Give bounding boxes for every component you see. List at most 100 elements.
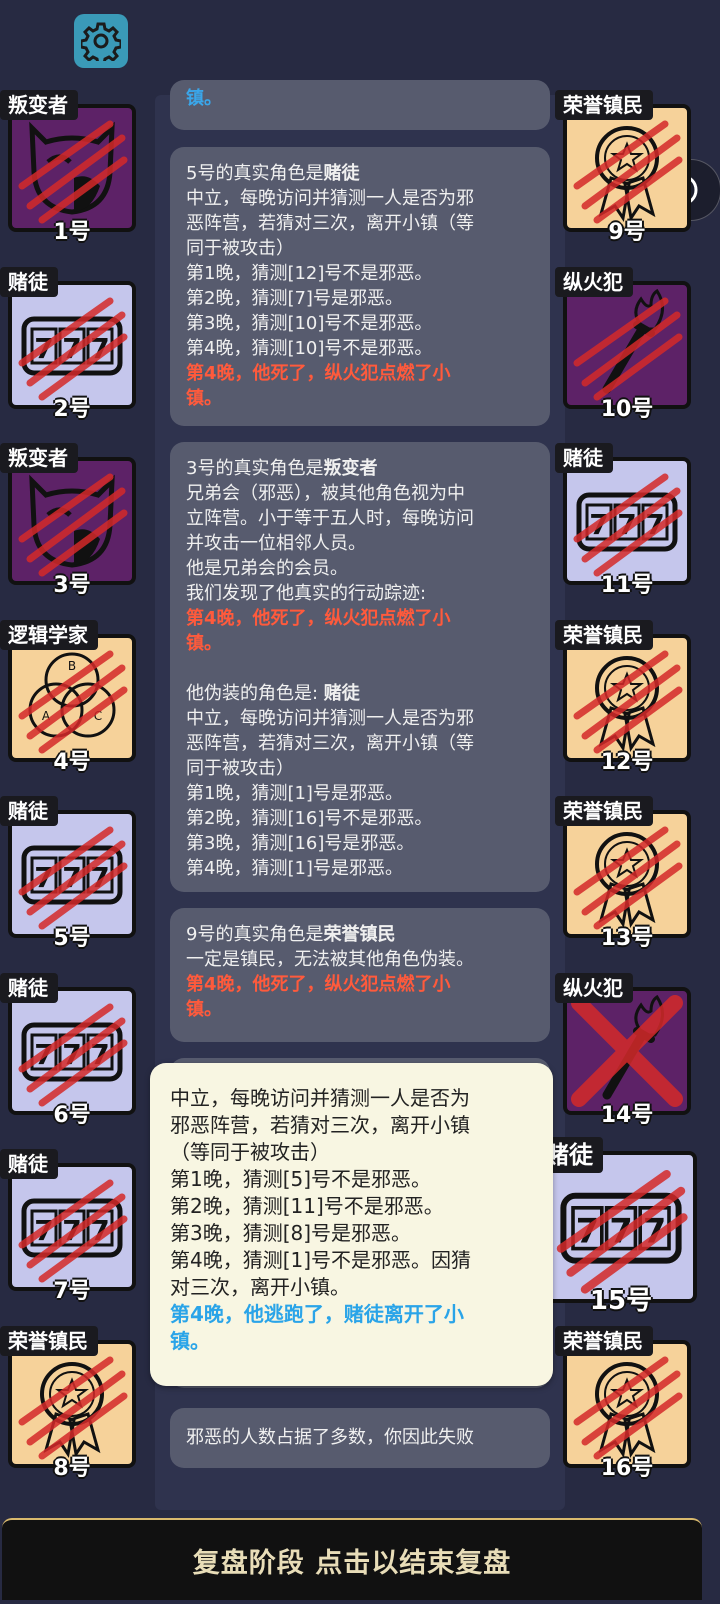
player-role-label: 赌徒 <box>0 266 58 297</box>
player-card[interactable]: 7 7 7 赌徒 6号 <box>0 972 136 1128</box>
slot-777-icon: 7 7 7 <box>12 1167 132 1287</box>
player-card[interactable]: 叛变者 1号 <box>0 90 136 245</box>
medal-icon <box>567 108 687 228</box>
tooltip-line: 镇。 <box>170 1329 210 1353</box>
medal-icon <box>12 1344 132 1464</box>
player-number: 1号 <box>53 220 91 245</box>
log-line: 镇。 <box>186 88 222 109</box>
player-card[interactable]: 荣誉镇民 12号 <box>555 619 691 775</box>
log-card-player-5: 5号的真实角色是赌徒中立，每晚访问并猜测一人是否为邪 恶阵营，若猜对三次，离开小镇… <box>170 147 550 426</box>
log-card-player-3: 3号的真实角色是叛变者 兄弟会（邪恶），被其他角色视为中 立阵营。小于等于五人时，每… <box>170 442 550 892</box>
player-number: 4号 <box>53 749 91 775</box>
player-role-label: 叛变者 <box>0 443 78 473</box>
player-card[interactable]: 荣誉镇民 16号 <box>555 1325 691 1481</box>
log-line: 第1晚，猜测[1]号是邪恶。 <box>186 783 403 804</box>
player-card[interactable]: 叛变者 3号 <box>0 443 136 598</box>
player-number: 12号 <box>600 749 654 775</box>
player-role-label: 荣誉镇民 <box>555 796 653 826</box>
player-portrait <box>8 1339 136 1468</box>
player-number: 5号 <box>53 926 91 951</box>
medal-icon <box>567 638 687 758</box>
player-role-label: 荣誉镇民 <box>555 1325 653 1356</box>
player-card[interactable]: 7 7 7 赌徒 5号 <box>0 796 136 951</box>
log-line-prefix: 他伪装的角色是: <box>186 683 324 704</box>
medal-icon <box>567 814 687 934</box>
log-line: 立阵营。小于等于五人时，每晚访问 <box>186 508 474 529</box>
log-line: 第4晚，他死了，纵火犯点燃了小 <box>186 974 451 995</box>
slot-777-icon: 7 7 7 <box>12 285 132 405</box>
player-number: 13号 <box>600 926 654 951</box>
player-card[interactable]: 7 7 7 赌徒15号 <box>537 1137 697 1316</box>
medal-icon <box>567 1344 687 1464</box>
player-number: 16号 <box>600 1455 654 1481</box>
player-card[interactable]: 7 7 7 赌徒 7号 <box>0 1149 136 1304</box>
slot-777-icon: 7 7 7 <box>12 814 132 934</box>
player-card[interactable]: 纵火犯 10号 <box>555 266 691 422</box>
log-line: 镇。 <box>186 633 222 654</box>
tooltip-line: 中立，每晚访问并猜测一人是否为 <box>170 1086 470 1110</box>
role-name: 荣誉镇民 <box>323 924 396 945</box>
log-line: 镇。 <box>186 999 222 1020</box>
player-portrait <box>563 1339 691 1468</box>
slot-777-icon: 7 7 7 <box>549 1155 693 1299</box>
role-name: 赌徒 <box>323 163 360 184</box>
torch-icon <box>567 991 687 1111</box>
player-portrait: 7 7 7 <box>563 457 691 585</box>
tooltip-line: 第1晚，猜测[5]号不是邪恶。 <box>170 1167 432 1191</box>
player-card[interactable]: 荣誉镇民 9号 <box>555 90 691 245</box>
player-role-label: 赌徒 <box>0 796 58 826</box>
player-role-label: 逻辑学家 <box>0 619 98 650</box>
player-role-label: 赌徒 <box>0 1149 58 1179</box>
slot-777-icon: 7 7 7 <box>567 461 687 581</box>
player-card[interactable]: 7 7 7 赌徒 2号 <box>0 266 136 422</box>
log-line: 镇。 <box>186 388 222 409</box>
player-portrait <box>8 104 136 232</box>
log-card-partial: 镇。 <box>170 80 550 130</box>
player-number: 15号 <box>589 1286 653 1316</box>
player-number: 7号 <box>53 1279 91 1304</box>
log-line: 第4晚，猜测[10]号不是邪恶。 <box>186 338 433 359</box>
log-line: 他伪装的角色是: 赌徒 <box>186 681 534 706</box>
log-line: 第2晚，猜测[16]号不是邪恶。 <box>186 808 433 829</box>
end-review-button[interactable]: 复盘阶段 点击以结束复盘 <box>2 1518 702 1600</box>
player-card[interactable]: 荣誉镇民 13号 <box>555 796 691 951</box>
tooltip-line: 第4晚，猜测[1]号不是邪恶。因猜 <box>170 1248 472 1272</box>
role-name: 叛变者 <box>323 458 378 479</box>
log-line: 同于被攻击） <box>186 758 294 779</box>
log-line: 恶阵营，若猜对三次，离开小镇（等 <box>186 213 474 234</box>
player-role-label: 荣誉镇民 <box>555 90 653 120</box>
log-line: 中立，每晚访问并猜测一人是否为邪 <box>186 188 474 209</box>
slot-777-icon: 7 7 7 <box>12 991 132 1111</box>
player-number: 3号 <box>53 573 91 598</box>
log-line: 并攻击一位相邻人员。 <box>186 533 366 554</box>
player-role-label: 赌徒 <box>555 443 613 473</box>
player-role-label: 纵火犯 <box>555 972 633 1003</box>
settings-button[interactable] <box>74 14 128 68</box>
log-line: 第1晚，猜测[12]号不是邪恶。 <box>186 263 433 284</box>
player-portrait: 7 7 7 <box>8 810 136 938</box>
log-line: 第4晚，他死了，纵火犯点燃了小 <box>186 608 451 629</box>
result-text: 邪恶的人数占据了多数，你因此失败 <box>186 1427 474 1448</box>
player-card[interactable]: 荣誉镇民 8号 <box>0 1325 136 1481</box>
tooltip-line: 第3晚，猜测[8]号是邪恶。 <box>170 1221 412 1245</box>
player-card[interactable]: 纵火犯 14号 <box>555 972 691 1128</box>
player-portrait <box>8 457 136 585</box>
player-portrait <box>563 280 691 409</box>
log-line-prefix: 5号的真实角色是 <box>186 163 324 184</box>
log-line: 第3晚，猜测[16]号是邪恶。 <box>186 833 415 854</box>
log-line: 我们发现了他真实的行动踪迹: <box>186 583 427 604</box>
role-tooltip: 中立，每晚访问并猜测一人是否为 邪恶阵营，若猜对三次，离开小镇 （等同于被攻击） 第1… <box>150 1063 553 1386</box>
player-portrait <box>563 104 691 232</box>
result-card: 邪恶的人数占据了多数，你因此失败 <box>170 1408 550 1468</box>
player-card[interactable]: B A C 逻辑学家 4号 <box>0 619 136 775</box>
traitor-mask-icon <box>12 108 132 228</box>
player-number: 2号 <box>53 396 91 422</box>
player-number: 6号 <box>53 1102 91 1128</box>
player-portrait: 7 7 7 <box>8 986 136 1115</box>
tooltip-line: 第4晚，他逃跑了，赌徒离开了小 <box>170 1302 464 1326</box>
player-card[interactable]: 7 7 7 赌徒 11号 <box>555 443 691 598</box>
player-portrait: B A C <box>8 633 136 762</box>
venn-diagram-icon: B A C <box>12 638 132 758</box>
log-line: 他是兄弟会的会员。 <box>186 558 348 579</box>
log-line: 第4晚，猜测[1]号是邪恶。 <box>186 858 403 879</box>
